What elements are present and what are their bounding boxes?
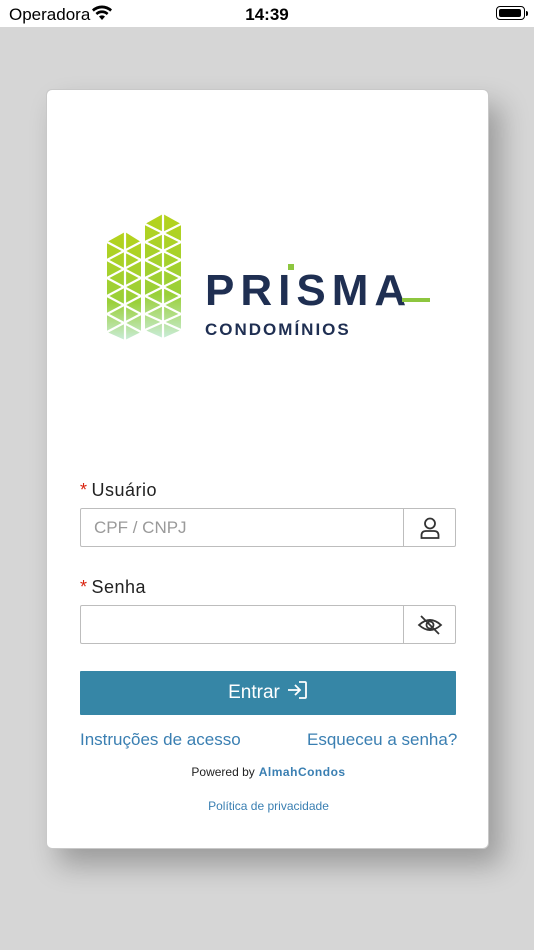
privacy-policy-link[interactable]: Política de privacidade [47,799,490,813]
access-instructions-link[interactable]: Instruções de acesso [80,730,241,750]
username-label: * Usuário [80,480,157,501]
powered-by: Powered by AlmahCondos [47,765,490,779]
username-field-group [80,508,456,547]
powered-by-text: Powered by [191,765,255,779]
required-mark: * [80,480,88,500]
password-label-text: Senha [91,577,147,597]
login-button-label: Entrar [228,682,280,703]
username-input[interactable] [81,509,403,546]
powered-brand-link[interactable]: AlmahCondos [259,765,346,779]
brand-subtitle: CONDOMÍNIOS [205,320,351,339]
password-field-group [80,605,456,644]
user-icon[interactable] [403,509,455,546]
login-arrow-icon [286,680,308,706]
forgot-password-link[interactable]: Esqueceu a senha? [307,730,457,750]
brand-accent-dot [288,264,294,270]
password-label: * Senha [80,577,146,598]
eye-slash-icon[interactable] [403,606,455,643]
username-label-text: Usuário [91,480,158,500]
login-card: PRISMA CONDOMÍNIOS *Usuário *Senha Entra… [46,89,489,849]
clock: 14:39 [245,5,289,24]
brand-accent-bar [402,298,430,302]
battery-icon [496,6,528,20]
required-mark: * [80,577,88,597]
login-button[interactable]: Entrar [80,671,456,715]
brand-name: PRISMA [205,266,413,315]
password-input[interactable] [81,606,403,643]
status-bar: Operadora 14:39 [0,0,534,27]
